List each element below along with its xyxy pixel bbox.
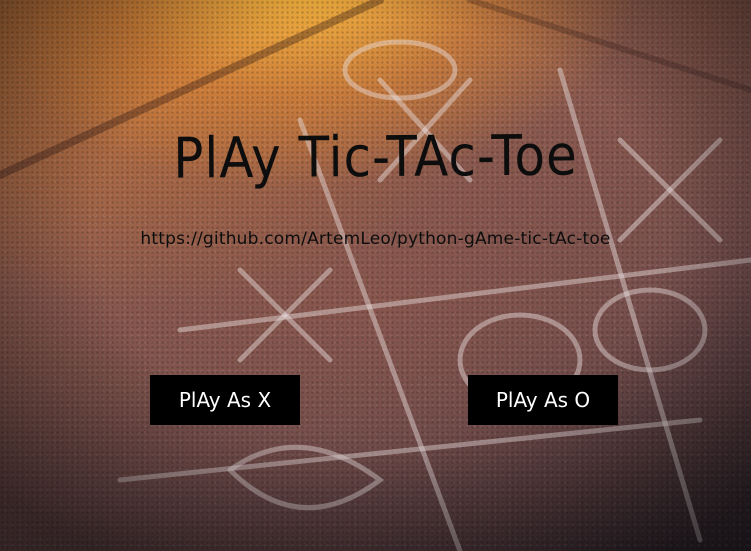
vignette-overlay [0, 0, 751, 551]
game-title: PlAy Tic-TAc-Toe [173, 122, 578, 192]
play-as-x-button[interactable]: PlAy As X [150, 375, 300, 425]
play-as-o-button[interactable]: PlAy As O [468, 375, 618, 425]
start-screen: PlAy Tic-TAc-Toe https://github.com/Arte… [0, 0, 751, 551]
github-repo-link[interactable]: https://github.com/ArtemLeo/python-gAme-… [0, 229, 751, 249]
